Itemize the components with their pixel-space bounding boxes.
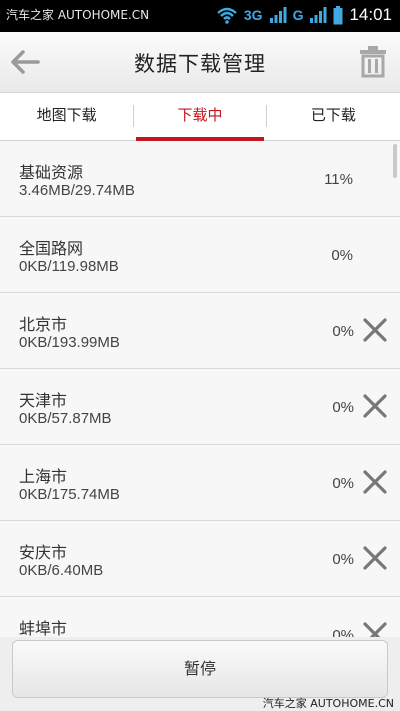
item-size: 3.46MB/29.74MB: [19, 182, 135, 199]
item-size: 0KB/6.40MB: [19, 562, 104, 579]
signal-icon: [269, 7, 287, 23]
network-g-label: G: [292, 7, 304, 23]
tab-divider: [133, 105, 134, 127]
tab-divider: [266, 105, 267, 127]
item-name: 全国路网: [19, 239, 84, 258]
item-name: 北京市: [19, 315, 68, 334]
item-size: 0KB/175.74MB: [19, 486, 120, 503]
download-list[interactable]: 基础资源 3.46MB/29.74MB 11% 全国路网 0KB/119.98M…: [0, 141, 400, 638]
item-progress: 0%: [332, 551, 354, 568]
battery-icon: [333, 5, 343, 24]
list-item[interactable]: 上海市 0KB/175.74MB 0%: [0, 445, 400, 521]
pause-button[interactable]: 暂停: [12, 640, 388, 698]
item-size: 0KB/119.98MB: [19, 258, 119, 275]
delete-button[interactable]: [358, 44, 388, 78]
item-name: 基础资源: [19, 163, 84, 182]
trash-icon: [360, 46, 386, 78]
list-item[interactable]: 蚌埠市 0%: [0, 597, 400, 638]
item-progress: 0%: [332, 323, 354, 340]
item-name: 上海市: [19, 467, 68, 486]
bottom-bar: 暂停 汽车之家 AUTOHOME.CN: [0, 637, 400, 711]
tab-map-download[interactable]: 地图下载: [0, 93, 133, 140]
item-size: 0KB/57.87MB: [19, 410, 112, 427]
list-item[interactable]: 全国路网 0KB/119.98MB 0%: [0, 217, 400, 293]
close-icon[interactable]: [362, 469, 388, 495]
wifi-icon: [217, 7, 237, 24]
watermark-text: 汽车之家 AUTOHOME.CN: [6, 8, 150, 22]
item-name: 天津市: [19, 391, 68, 410]
close-icon[interactable]: [362, 317, 388, 343]
item-progress: 11%: [324, 171, 353, 188]
tab-downloading[interactable]: 下载中: [133, 93, 266, 141]
status-icons: 3G G 14:01: [216, 5, 392, 25]
page-title: 数据下载管理: [134, 52, 266, 76]
title-bar: 数据下载管理: [0, 32, 400, 93]
list-item[interactable]: 北京市 0KB/193.99MB 0%: [0, 293, 400, 369]
close-icon[interactable]: [362, 545, 388, 571]
list-item[interactable]: 基础资源 3.46MB/29.74MB 11%: [0, 141, 400, 217]
item-progress: 0%: [331, 247, 353, 264]
tab-bar: 地图下载 下载中 已下载: [0, 93, 400, 141]
item-name: 蚌埠市: [19, 619, 68, 638]
clock: 14:01: [349, 5, 392, 24]
list-item[interactable]: 天津市 0KB/57.87MB 0%: [0, 369, 400, 445]
item-progress: 0%: [332, 399, 354, 416]
signal-icon: [310, 7, 327, 23]
item-progress: 0%: [332, 475, 354, 492]
tab-downloaded[interactable]: 已下载: [267, 93, 400, 140]
list-item[interactable]: 安庆市 0KB/6.40MB 0%: [0, 521, 400, 597]
item-size: 0KB/193.99MB: [19, 334, 120, 351]
close-icon[interactable]: [362, 393, 388, 419]
watermark-text: 汽车之家 AUTOHOME.CN: [262, 697, 394, 710]
network-3g-label: 3G: [243, 7, 263, 23]
scrollbar[interactable]: [393, 144, 397, 178]
status-bar: 汽车之家 AUTOHOME.CN 3G G 14:01: [0, 0, 400, 32]
close-icon[interactable]: [362, 621, 388, 638]
item-name: 安庆市: [19, 543, 68, 562]
